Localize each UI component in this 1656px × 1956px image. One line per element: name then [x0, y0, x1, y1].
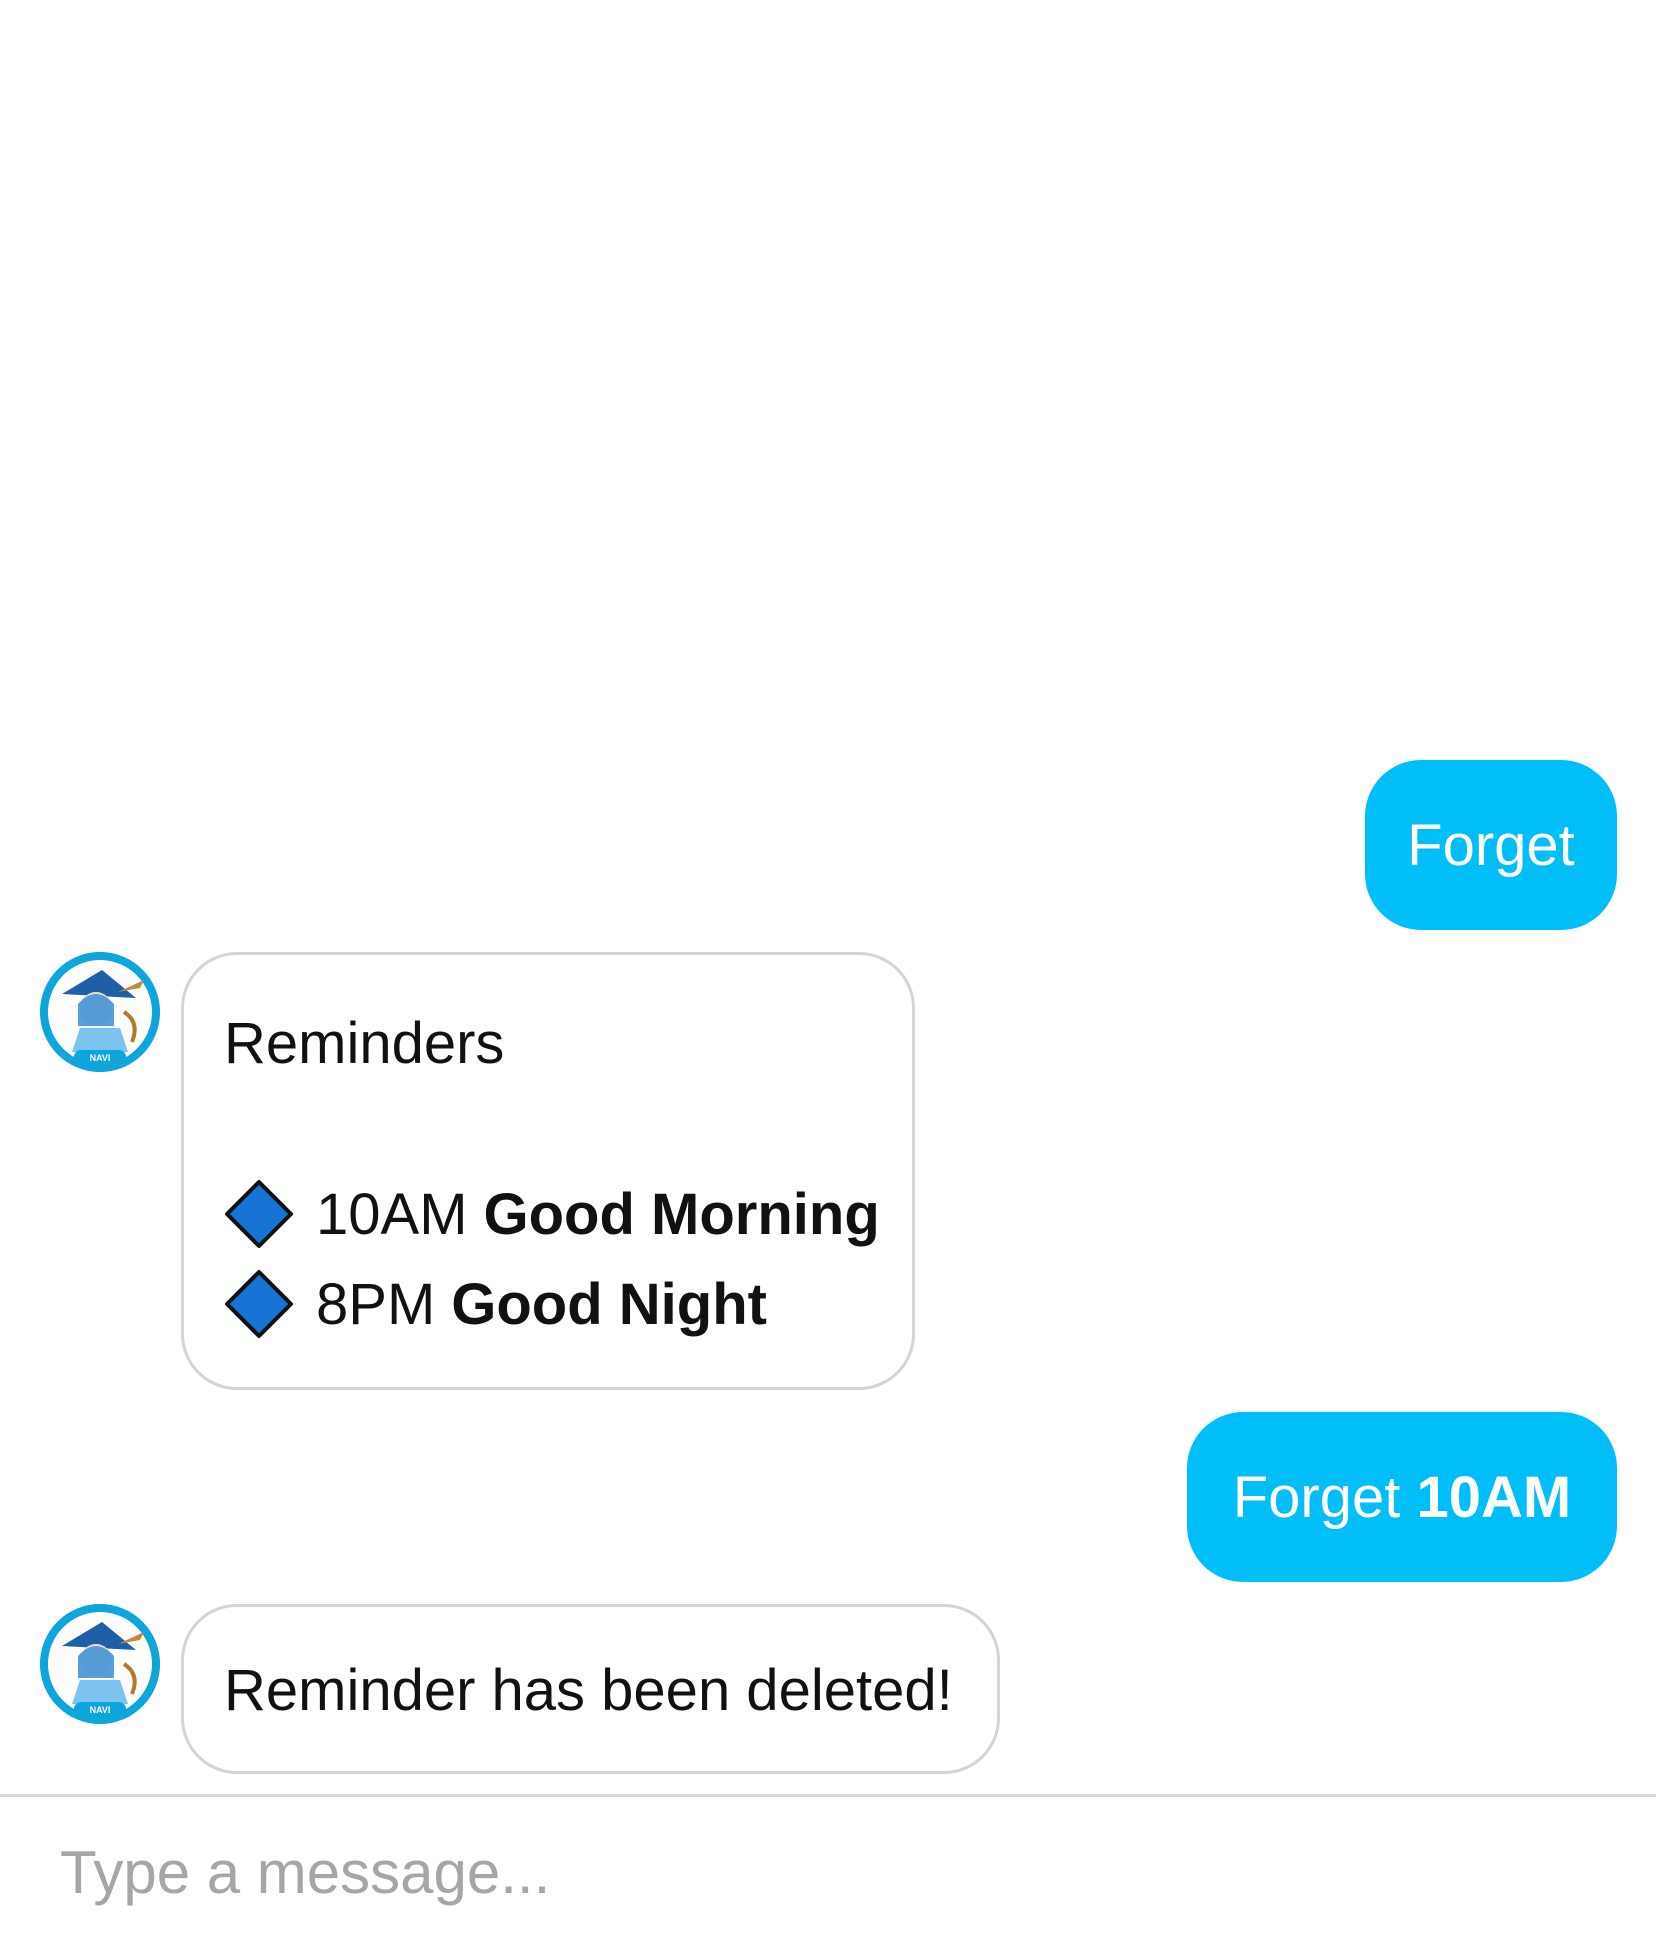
message-composer — [0, 1797, 1656, 1956]
bot-message-text: Reminder has been deleted! — [224, 1658, 953, 1723]
reminder-item: 10AM Good Morning — [224, 1179, 880, 1249]
reminder-time: 10AM — [316, 1181, 468, 1247]
avatar-label: NAVI — [90, 1053, 111, 1063]
reminder-name: Good Night — [451, 1271, 767, 1337]
user-message-text: Forget — [1407, 812, 1575, 878]
message-input[interactable] — [60, 1817, 1600, 1927]
avatar-label: NAVI — [90, 1705, 111, 1715]
blue-diamond-icon — [224, 1179, 294, 1249]
reminder-time: 8PM — [316, 1271, 436, 1337]
chat-window: Forget NAVI Reminders 10AM Good Morning — [0, 0, 1656, 1956]
reminder-name: Good Morning — [483, 1181, 880, 1247]
user-message-bubble[interactable]: Forget — [1365, 760, 1617, 930]
navi-character-icon: NAVI — [40, 952, 160, 1072]
bot-avatar[interactable]: NAVI — [40, 1604, 160, 1724]
user-message-bubble[interactable]: Forget 10AM — [1187, 1412, 1617, 1582]
navi-character-icon: NAVI — [40, 1604, 160, 1724]
bot-message-bubble[interactable]: Reminder has been deleted! — [181, 1604, 1000, 1774]
reminders-title: Reminders — [224, 1011, 505, 1076]
user-message-bold: 10AM — [1416, 1464, 1572, 1530]
bot-message-bubble[interactable]: Reminders 10AM Good Morning 8PM Good Nig… — [181, 952, 915, 1390]
reminder-item: 8PM Good Night — [224, 1269, 767, 1339]
blue-diamond-icon — [224, 1269, 294, 1339]
bot-avatar[interactable]: NAVI — [40, 952, 160, 1072]
user-message-text: Forget — [1232, 1464, 1401, 1530]
